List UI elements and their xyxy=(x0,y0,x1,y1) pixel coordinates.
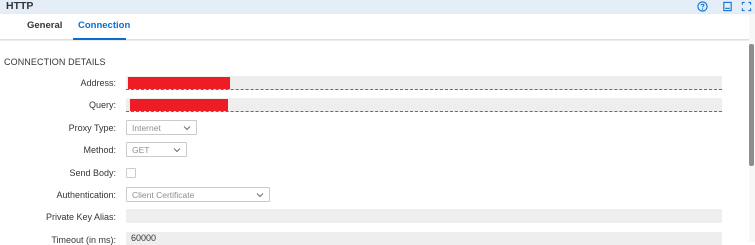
query-label: Query: xyxy=(88,100,116,110)
tab-bar: General Connection xyxy=(0,14,749,40)
connection-panel: CONNECTION DETAILS Address: Query: Proxy… xyxy=(0,41,749,245)
query-redaction xyxy=(130,99,228,111)
query-input[interactable] xyxy=(126,98,722,112)
window-title: HTTP xyxy=(6,0,34,12)
help-icon[interactable] xyxy=(696,0,708,12)
address-label: Address: xyxy=(80,78,116,88)
title-bar: HTTP xyxy=(0,0,755,14)
address-redaction xyxy=(128,77,230,89)
private-key-alias-input[interactable] xyxy=(126,209,722,223)
timeout-label: Timeout (in ms): xyxy=(51,235,116,245)
proxy-type-select[interactable]: Internet xyxy=(126,120,197,135)
minimize-icon[interactable] xyxy=(721,0,733,12)
method-label: Method: xyxy=(83,145,116,155)
send-body-checkbox[interactable] xyxy=(126,168,136,178)
active-tab-indicator xyxy=(73,38,126,40)
timeout-input[interactable]: 60000 xyxy=(126,232,722,245)
expand-icon[interactable] xyxy=(740,0,752,12)
send-body-label: Send Body: xyxy=(69,168,116,178)
proxy-type-label: Proxy Type: xyxy=(68,123,116,133)
authentication-value: Client Certificate xyxy=(132,190,195,200)
proxy-type-value: Internet xyxy=(132,123,161,133)
method-value: GET xyxy=(132,145,150,155)
chevron-down-icon xyxy=(183,126,191,131)
private-key-alias-label: Private Key Alias: xyxy=(45,212,116,222)
chevron-down-icon xyxy=(256,193,264,198)
tab-connection[interactable]: Connection xyxy=(78,20,130,31)
authentication-select[interactable]: Client Certificate xyxy=(126,187,270,202)
scrollbar-thumb[interactable] xyxy=(749,44,754,166)
method-select[interactable]: GET xyxy=(126,142,187,157)
section-title: CONNECTION DETAILS xyxy=(4,57,106,67)
address-input[interactable] xyxy=(126,76,722,90)
authentication-label: Authentication: xyxy=(56,190,116,200)
chevron-down-icon xyxy=(173,148,181,153)
tab-general[interactable]: General xyxy=(27,20,62,31)
